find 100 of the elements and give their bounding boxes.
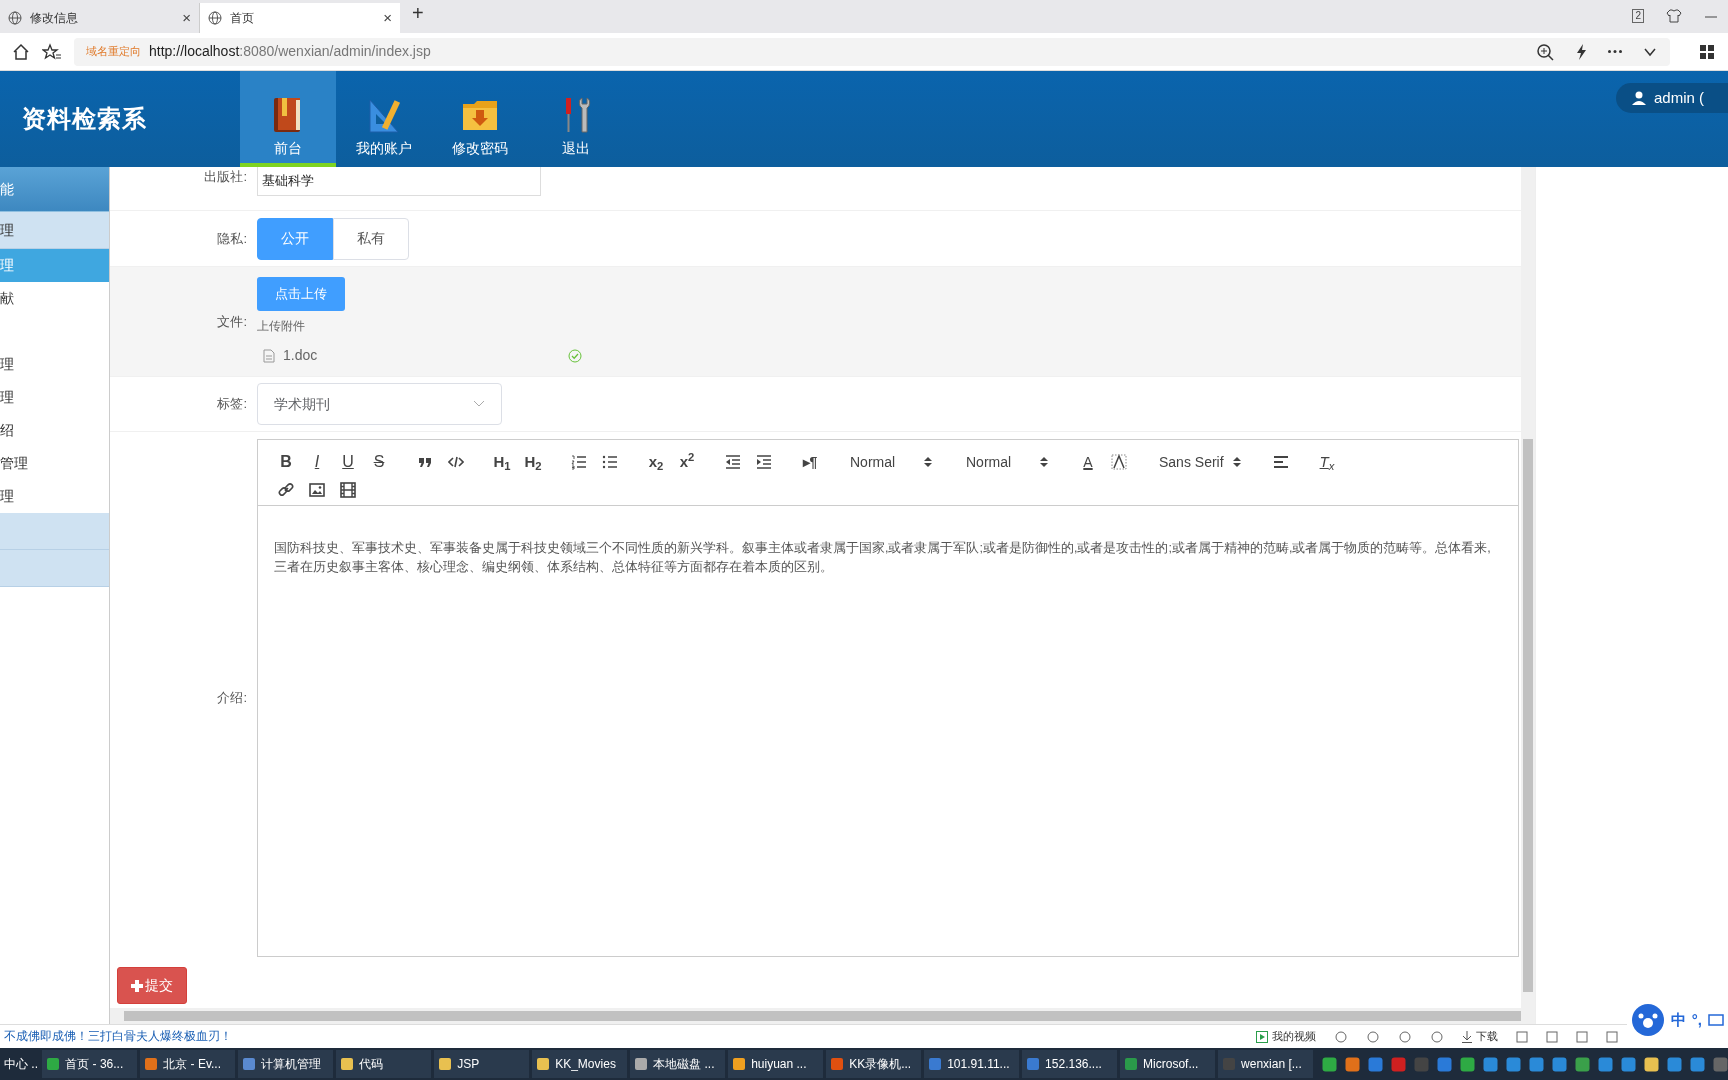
vertical-scrollbar[interactable] [1521, 167, 1535, 1008]
taskbar-button[interactable]: KK_Movies [532, 1050, 628, 1078]
site-title: 资料检索系 [22, 104, 147, 134]
sort-arrows-icon [1040, 456, 1048, 468]
keyboard-icon [1708, 1012, 1724, 1028]
nav-tab[interactable]: 修改密码 [432, 71, 528, 167]
user-badge[interactable]: admin ( [1616, 83, 1728, 113]
tray-icon [1437, 1056, 1453, 1072]
taskbar-button[interactable]: 152.136.... [1022, 1050, 1118, 1078]
sort-arrows-icon [1233, 456, 1241, 468]
field-label: 标签: [217, 396, 247, 412]
lightning-icon [1574, 42, 1588, 61]
text-color-button[interactable]: A [1074, 450, 1102, 474]
field-label: 出版社: [204, 169, 247, 184]
taskbar-button[interactable]: 中心 ... [0, 1050, 40, 1078]
taskbar-button[interactable]: 首页 - 36... [42, 1050, 138, 1078]
clear-format-button[interactable]: T$_{x}$ [1313, 450, 1341, 474]
text-input[interactable]: 基础科学 [257, 166, 541, 196]
file-name[interactable]: 1.doc [283, 345, 560, 366]
username: admin ( [1654, 87, 1705, 108]
close-icon[interactable]: × [383, 6, 392, 30]
script-button[interactable]: x$_{2}$ [642, 450, 670, 474]
tray-icon [1345, 1056, 1361, 1072]
nav-tab[interactable]: 我的账户 [336, 71, 432, 167]
browser-tab[interactable]: 首页 × [200, 3, 400, 33]
select-field[interactable]: 学术期刊 [257, 383, 502, 425]
video-link[interactable]: 我的视频 [1256, 1028, 1316, 1045]
italic-button[interactable]: I [303, 450, 331, 474]
underline-button[interactable]: U [334, 450, 362, 474]
tray-icon [1598, 1056, 1614, 1072]
app-icon [536, 1057, 551, 1071]
taskbar-button[interactable]: Microsof... [1120, 1050, 1216, 1078]
taskbar-button[interactable]: KK录像机... [826, 1050, 922, 1078]
sidebar-item[interactable]: 理 [0, 212, 109, 249]
tray-icon [1391, 1056, 1407, 1072]
scrollbar-thumb[interactable] [124, 1011, 1521, 1021]
image-icon [309, 482, 325, 498]
align-icon [1273, 454, 1289, 470]
taskbar-button[interactable]: 计算机管理 [238, 1050, 334, 1078]
close-icon[interactable]: × [182, 6, 191, 30]
tray-icon [1713, 1056, 1728, 1072]
download-link[interactable]: 下载 [1462, 1028, 1498, 1045]
taskbar-button[interactable]: 101.91.11... [924, 1050, 1020, 1078]
app-icon [1222, 1057, 1237, 1071]
taskbar-button[interactable]: wenxian [... [1218, 1050, 1314, 1078]
tray-icon [1460, 1056, 1476, 1072]
tray-icon [1506, 1056, 1522, 1072]
tray-icon [1690, 1056, 1706, 1072]
input-method-label[interactable]: °, [1691, 1008, 1702, 1032]
shirt-icon [1666, 8, 1682, 24]
indent-icon [756, 454, 772, 470]
input-method-label[interactable]: 中 [1670, 1008, 1686, 1032]
format-select[interactable]: Sans Serif [1151, 450, 1249, 474]
outdent-icon [725, 454, 741, 470]
format-select[interactable]: Normal [842, 450, 940, 474]
redirect-note: 域名重定向 [86, 44, 141, 60]
new-tab-button[interactable]: + [412, 0, 424, 28]
field-label: 文件: [217, 313, 247, 329]
strike-button[interactable]: S [365, 450, 393, 474]
taskbar-button[interactable]: 北京 - Ev... [140, 1050, 236, 1078]
tray-icon [1414, 1056, 1430, 1072]
format-select[interactable]: Normal [958, 450, 1056, 474]
heading-button[interactable]: H$_{1}$ [488, 450, 516, 474]
address-bar[interactable]: 域名重定向 http://localhost:8080/wenxian/admin/index.jsp [74, 37, 1670, 66]
tray-icon [1575, 1056, 1591, 1072]
app-icon [732, 1057, 747, 1071]
tray-icon [1483, 1056, 1499, 1072]
editor-text: 国防科技史、军事技术史、军事装备史属于科技史领域三个不同性质的新兴学科。叙事主体或者隶属于国家,或者隶属于军队;或者是防御性的,或者是攻击性的;或者属于精神的范畴,或者属于物质的范畴等。总体看来,三者在历史叙事主客体、核心理念、编史纲领、体系结构、总体特征等方面都存在着本质的区别。 [274, 540, 1492, 576]
app-icon [634, 1057, 649, 1071]
nav-tab[interactable]: 退出 [528, 71, 624, 167]
field-label: 隐私: [217, 230, 247, 246]
tab-count-icon[interactable]: 2 [1632, 9, 1644, 23]
app-icon [1124, 1057, 1139, 1071]
tray-icon [1529, 1056, 1545, 1072]
more-icon [1608, 50, 1622, 53]
field-label: 介绍: [217, 689, 247, 708]
radio-button[interactable]: 私有 [333, 217, 409, 260]
script-button[interactable]: x$^{2}$ [673, 450, 701, 474]
play-icon [1256, 1030, 1268, 1043]
home-icon [12, 42, 30, 61]
direction-button[interactable]: ▸¶ [796, 450, 824, 474]
nav-tab[interactable]: 前台 [240, 71, 336, 167]
zoom-icon [1536, 42, 1554, 61]
news-link[interactable]: 不成佛即成佛！三打白骨夫人爆终极血刃！ [4, 1027, 232, 1046]
app-icon [340, 1057, 355, 1071]
taskbar-button[interactable]: 本地磁盘 ... [630, 1050, 726, 1078]
grid-icon [1698, 42, 1716, 61]
chevron-down-icon [473, 400, 485, 408]
horizontal-scrollbar[interactable] [110, 1008, 1535, 1024]
app-icon [830, 1057, 845, 1071]
submit-button[interactable]: 提交 [117, 967, 187, 1004]
bold-button[interactable]: B [272, 450, 300, 474]
code-icon [448, 454, 464, 470]
taskbar-button[interactable]: JSP [434, 1050, 530, 1078]
scrollbar-thumb[interactable] [1523, 439, 1533, 992]
heading-button[interactable]: H$_{2}$ [519, 450, 547, 474]
app-icon [438, 1057, 453, 1071]
tray-icon [1552, 1056, 1568, 1072]
taskbar-button[interactable]: huiyuan ... [728, 1050, 824, 1078]
taskbar-button[interactable]: 代码 [336, 1050, 432, 1078]
